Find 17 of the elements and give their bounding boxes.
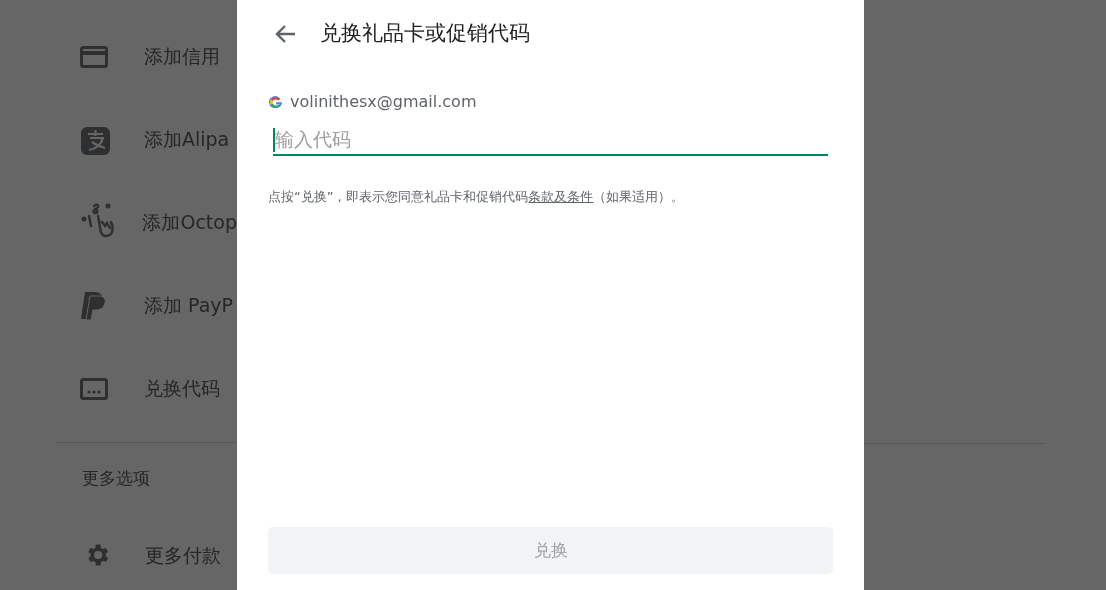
menu-item-label[interactable]: 添加 PayP [144, 291, 233, 320]
account-email: volinithesx@gmail.com [290, 91, 477, 113]
g-logo-icon [269, 95, 283, 109]
code-input-field[interactable]: 输入代码 [273, 124, 828, 156]
section-title: 更多选项 [82, 466, 150, 490]
back-arrow-icon [274, 24, 296, 44]
menu-item-label[interactable]: 添加Alipa [144, 125, 230, 154]
menu-item-label[interactable]: 更多付款 [145, 541, 221, 570]
menu-item-label[interactable]: 添加Octop [142, 208, 237, 237]
credit-card-icon [80, 45, 108, 68]
menu-item-label[interactable]: 兑换代码 [144, 374, 220, 403]
terms-note: 点按“兑换”，即表示您同意礼品卡和促销代码条款及条件（如果适用）。 [268, 189, 685, 204]
code-box-icon [80, 377, 108, 400]
menu-item-label[interactable]: 添加信用 [144, 42, 220, 71]
dialog-title: 兑换礼品卡或促销代码 [320, 20, 530, 48]
double-p-logo-icon [80, 290, 106, 321]
terms-link[interactable]: 条款及条件 [528, 189, 594, 204]
